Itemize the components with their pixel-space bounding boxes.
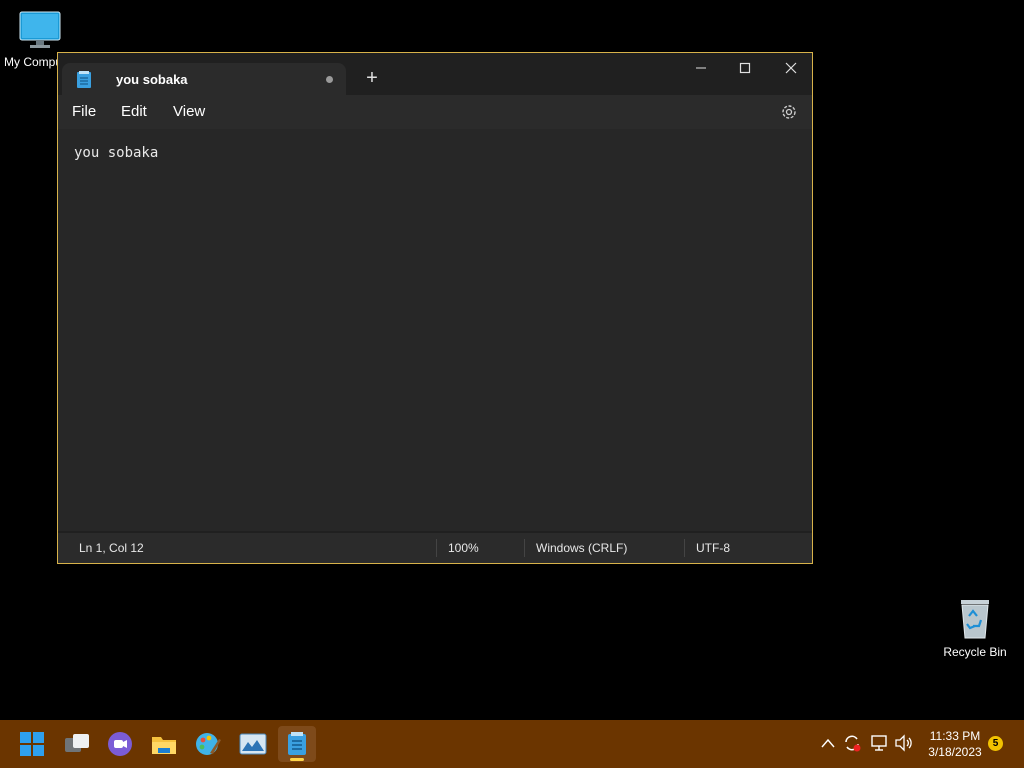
- task-view-button[interactable]: [58, 726, 96, 762]
- cursor-position: Ln 1, Col 12: [79, 541, 144, 555]
- text-editor[interactable]: you sobaka: [58, 129, 812, 531]
- active-app-indicator: [290, 758, 304, 761]
- chat-button[interactable]: [101, 726, 139, 762]
- close-icon: [785, 62, 797, 74]
- editor-content[interactable]: you sobaka: [74, 145, 158, 161]
- volume-tray-button[interactable]: [893, 732, 915, 754]
- sync-icon: [845, 735, 861, 752]
- unsaved-dot-icon[interactable]: [326, 76, 333, 83]
- line-endings[interactable]: Windows (CRLF): [536, 541, 627, 555]
- notepad-window: you sobaka + File Edit View you sobaka L…: [57, 52, 813, 564]
- maximize-button[interactable]: [722, 53, 768, 83]
- taskbar: 11:33 PM 3/18/2023: [0, 720, 1024, 768]
- status-divider: [684, 539, 685, 557]
- menu-view[interactable]: View: [173, 103, 205, 120]
- start-icon: [20, 732, 44, 756]
- paint-icon: [196, 733, 221, 755]
- plus-icon: +: [366, 67, 378, 89]
- settings-gear-icon[interactable]: [780, 103, 798, 121]
- notepad-icon: [77, 71, 91, 88]
- recycle-bin-icon: [961, 600, 989, 639]
- monitor-icon: [19, 11, 61, 48]
- minimize-button[interactable]: [678, 53, 724, 83]
- network-icon: [871, 735, 887, 751]
- notepad-taskbar-button[interactable]: [278, 726, 316, 762]
- chat-icon: [108, 732, 132, 756]
- task-view-icon: [65, 734, 89, 752]
- status-divider: [524, 539, 525, 557]
- zoom-level[interactable]: 100%: [448, 541, 479, 555]
- show-hidden-icons-button[interactable]: [817, 732, 839, 754]
- tab-title: you sobaka: [116, 72, 188, 87]
- status-bar: Ln 1, Col 12 100% Windows (CRLF) UTF-8: [58, 533, 812, 563]
- chevron-up-icon: [821, 738, 835, 748]
- status-divider: [436, 539, 437, 557]
- menu-edit[interactable]: Edit: [121, 103, 147, 120]
- document-tab[interactable]: you sobaka: [62, 63, 346, 95]
- sync-tray-button[interactable]: [841, 732, 863, 754]
- photos-button[interactable]: [234, 726, 272, 762]
- new-tab-button[interactable]: +: [360, 67, 384, 91]
- notification-badge[interactable]: 5: [988, 736, 1003, 751]
- menu-file[interactable]: File: [72, 103, 96, 120]
- minimize-icon: [696, 67, 706, 69]
- photos-icon: [239, 733, 267, 755]
- network-tray-button[interactable]: [869, 732, 891, 754]
- clock-date: 3/18/2023: [928, 745, 982, 759]
- encoding[interactable]: UTF-8: [696, 541, 730, 555]
- file-explorer-icon: [152, 737, 176, 754]
- maximize-icon: [739, 62, 751, 74]
- close-button[interactable]: [768, 53, 814, 83]
- paint-button[interactable]: [189, 726, 227, 762]
- desktop-icon-recycle-bin[interactable]: Recycle Bin: [940, 596, 1010, 659]
- volume-icon: [895, 734, 912, 752]
- clock-time: 11:33 PM: [929, 729, 981, 743]
- start-button[interactable]: [13, 726, 51, 762]
- notepad-icon: [288, 732, 306, 755]
- title-bar[interactable]: you sobaka +: [58, 53, 812, 95]
- file-explorer-button[interactable]: [145, 726, 183, 762]
- clock[interactable]: 11:33 PM 3/18/2023: [924, 728, 986, 760]
- menu-bar: File Edit View: [58, 95, 812, 129]
- desktop-icon-label: Recycle Bin: [943, 645, 1007, 659]
